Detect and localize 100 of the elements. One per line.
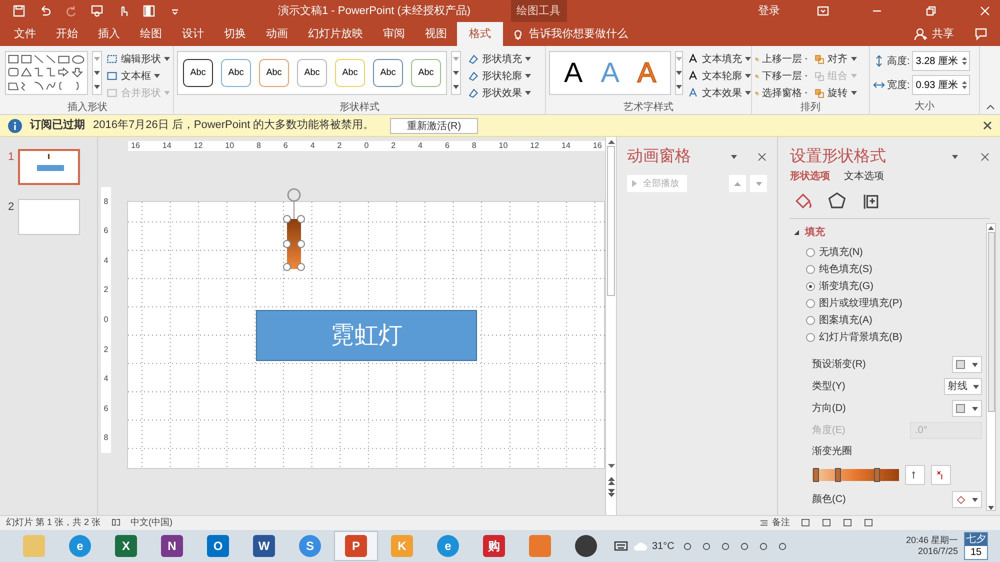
- taskbar-app[interactable]: 购: [472, 531, 516, 561]
- ribbon-button[interactable]: 上移一层: [755, 51, 808, 67]
- size-field[interactable]: 3.28 厘米: [912, 51, 970, 71]
- gradient-stop[interactable]: [813, 468, 820, 482]
- style-preset[interactable]: Abc: [259, 59, 289, 87]
- pane-tab[interactable]: 文本选项: [844, 169, 884, 184]
- ribbon-button[interactable]: 下移一层: [755, 68, 808, 84]
- gradient-bar[interactable]: [812, 469, 899, 481]
- selected-shape-drawing[interactable]: [282, 187, 306, 271]
- slide-thumbnail[interactable]: [18, 149, 80, 185]
- taskbar-app[interactable]: O: [196, 531, 240, 561]
- size-field[interactable]: 0.93 厘米: [912, 75, 970, 95]
- ribbon-tab[interactable]: 切换: [214, 22, 256, 46]
- style-preset[interactable]: Abc: [183, 59, 213, 87]
- tell-me-field[interactable]: 告诉我你想要做什么: [529, 26, 628, 42]
- remove-stop-button[interactable]: [931, 465, 951, 485]
- ribbon-button[interactable]: 选择窗格: [755, 85, 808, 101]
- notes-icon: [759, 518, 769, 528]
- shapes-gallery-drawing[interactable]: [5, 51, 88, 95]
- ribbon-tab[interactable]: 动画: [256, 22, 298, 46]
- radio-button[interactable]: [806, 299, 815, 308]
- scroll-up-icon[interactable]: [988, 226, 994, 230]
- merge-shapes-icon: [106, 87, 118, 99]
- gallery-scroll[interactable]: [92, 51, 102, 95]
- gallery-scroll[interactable]: [675, 51, 684, 95]
- style-preset[interactable]: Abc: [297, 59, 327, 87]
- ribbon-tab[interactable]: 格式: [457, 22, 503, 46]
- pane-title: 动画窗格: [627, 146, 691, 167]
- ribbon-button[interactable]: 对齐: [814, 51, 866, 67]
- style-preset[interactable]: Abc: [335, 59, 365, 87]
- slide-thumbnail[interactable]: [18, 199, 80, 235]
- radio-button[interactable]: [806, 333, 815, 342]
- up-arrow-icon: [734, 182, 741, 186]
- radio-button[interactable]: [806, 316, 815, 325]
- radio-button[interactable]: [806, 282, 815, 291]
- ribbon-tab[interactable]: 审阅: [373, 22, 415, 46]
- sign-in-link[interactable]: 登录: [758, 2, 780, 20]
- pentagon-icon: [828, 192, 846, 210]
- ribbon-tab[interactable]: 绘图: [130, 22, 172, 46]
- ribbon-button[interactable]: 形状填充: [467, 51, 531, 67]
- taskbar-app[interactable]: e: [58, 531, 102, 561]
- scroll-up-icon[interactable]: [608, 139, 614, 144]
- swatch-dropdown[interactable]: [952, 356, 982, 373]
- ribbon-button[interactable]: 旋转: [814, 85, 866, 101]
- vertical-scrollbar[interactable]: [605, 137, 616, 515]
- ribbon-tab[interactable]: 设计: [172, 22, 214, 46]
- taskbar-app[interactable]: e: [426, 531, 470, 561]
- pane-scrollbar[interactable]: [986, 223, 996, 511]
- ribbon-tab[interactable]: 开始: [46, 22, 88, 46]
- wordart-sample[interactable]: A: [564, 59, 583, 87]
- slide-number: 1: [8, 150, 14, 165]
- color-dropdown[interactable]: [952, 491, 982, 508]
- info-title: 订阅已过期: [30, 118, 85, 134]
- caret-icon: [453, 71, 459, 75]
- share-button[interactable]: 共享: [932, 26, 954, 42]
- gallery-scroll[interactable]: [451, 51, 461, 95]
- text-effects-icon: [687, 87, 700, 99]
- ribbon-display-icon: [816, 4, 830, 18]
- collapse-ribbon-icon[interactable]: [986, 104, 995, 110]
- ribbon-button[interactable]: 文本轮廓: [687, 68, 752, 84]
- notes-button[interactable]: 备注: [772, 516, 790, 530]
- spin-arrows-icon[interactable]: [962, 80, 967, 90]
- wordart-sample[interactable]: A: [637, 59, 656, 87]
- style-preset[interactable]: Abc: [221, 59, 251, 87]
- reactivate-button[interactable]: 重新激活(R): [390, 118, 478, 134]
- taskbar-app[interactable]: W: [242, 531, 286, 561]
- size-properties-icon: [862, 192, 880, 210]
- expand-arrow-icon[interactable]: [794, 230, 799, 235]
- radio-button[interactable]: [806, 265, 815, 274]
- calendar-widget[interactable]: 七夕 15: [964, 532, 988, 560]
- ribbon-button[interactable]: 文本填充: [687, 51, 752, 67]
- caret-icon: [94, 85, 100, 89]
- pane-tab[interactable]: 形状选项: [790, 169, 830, 184]
- close-icon[interactable]: [983, 121, 992, 130]
- taskbar-app[interactable]: S: [288, 531, 332, 561]
- ribbon-button[interactable]: 文本效果: [687, 85, 752, 101]
- ribbon-button[interactable]: 编辑形状: [106, 51, 170, 67]
- type-dropdown[interactable]: 射线: [944, 378, 982, 395]
- caret-icon: [525, 91, 531, 95]
- ribbon-button[interactable]: 文本框: [106, 68, 170, 84]
- ribbon-tab[interactable]: 视图: [415, 22, 457, 46]
- align-icon: [814, 54, 824, 64]
- gradient-stop[interactable]: [835, 468, 842, 482]
- taskbar-app[interactable]: N: [150, 531, 194, 561]
- presentation-icon: [90, 4, 104, 18]
- style-preset[interactable]: Abc: [373, 59, 403, 87]
- swatch-dropdown[interactable]: [952, 400, 982, 417]
- spelling-icon: [110, 518, 121, 528]
- ribbon-tab[interactable]: 插入: [88, 22, 130, 46]
- style-preset[interactable]: Abc: [411, 59, 441, 87]
- scroll-down-icon[interactable]: [608, 464, 614, 469]
- caret-icon: [676, 57, 682, 61]
- radio-button[interactable]: [806, 248, 815, 257]
- ribbon-button[interactable]: 形状效果: [467, 85, 531, 101]
- taskbar-app[interactable]: X: [104, 531, 148, 561]
- taskbar-app[interactable]: P: [334, 531, 378, 561]
- ribbon-button[interactable]: 形状轮廓: [467, 68, 531, 84]
- ribbon-tab[interactable]: 幻灯片放映: [298, 22, 373, 46]
- spin-arrows-icon[interactable]: [962, 56, 967, 66]
- ribbon-tab[interactable]: 文件: [4, 22, 46, 46]
